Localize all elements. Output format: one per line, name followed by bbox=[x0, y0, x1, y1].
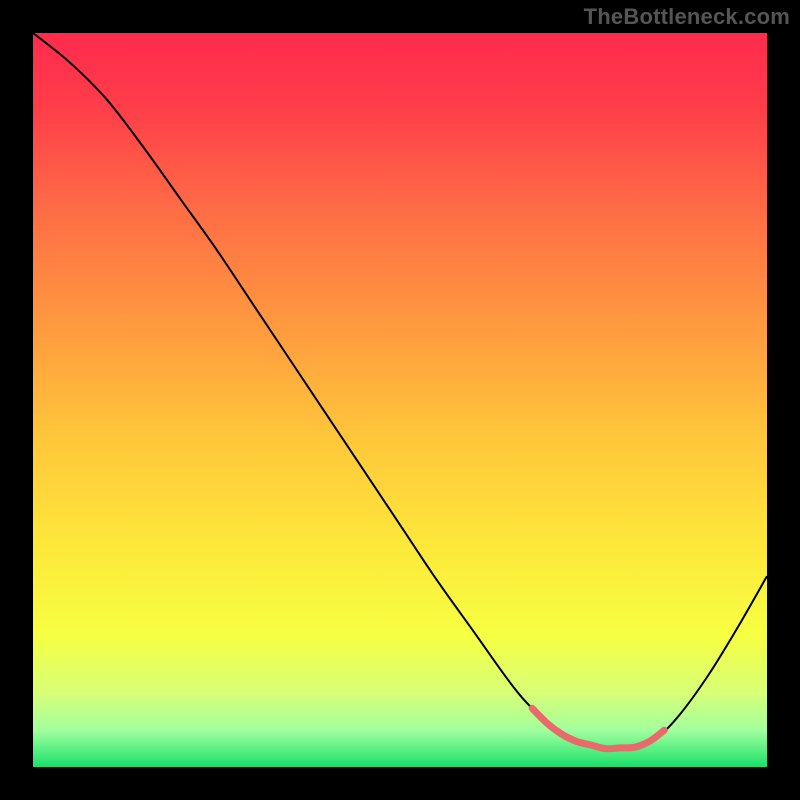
watermark-text: TheBottleneck.com bbox=[584, 4, 790, 30]
optimal-zone-marker bbox=[33, 33, 767, 767]
chart-frame: TheBottleneck.com bbox=[0, 0, 800, 800]
plot-area bbox=[33, 33, 767, 767]
